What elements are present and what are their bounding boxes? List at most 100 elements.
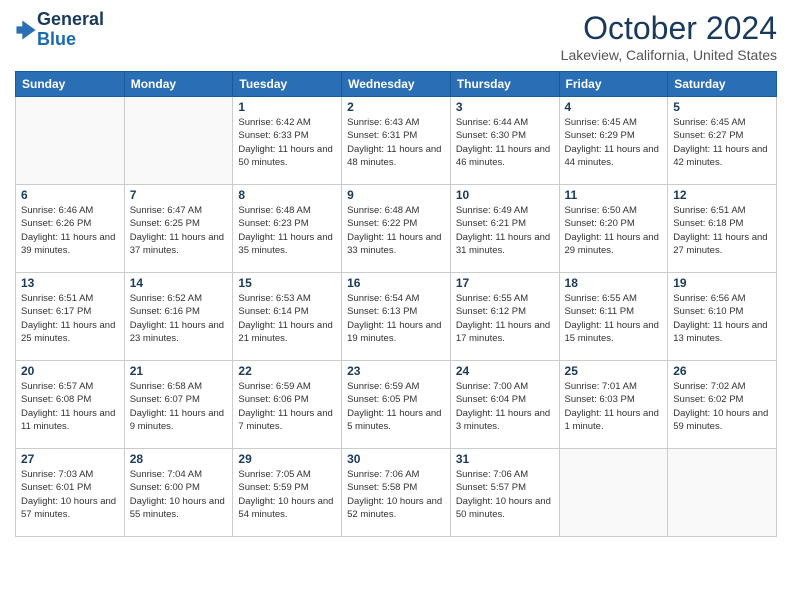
col-wednesday: Wednesday	[342, 72, 451, 97]
day-number: 8	[238, 188, 336, 202]
col-monday: Monday	[124, 72, 233, 97]
day-number: 5	[673, 100, 771, 114]
cell-w2-d0: 6 Sunrise: 6:46 AM Sunset: 6:26 PM Daylig…	[16, 185, 125, 273]
day-info: Sunrise: 6:48 AM Sunset: 6:23 PM Dayligh…	[238, 204, 336, 257]
day-number: 11	[565, 188, 663, 202]
logo: GeneralBlue	[15, 10, 104, 50]
day-number: 2	[347, 100, 445, 114]
day-info: Sunrise: 6:51 AM Sunset: 6:18 PM Dayligh…	[673, 204, 771, 257]
cell-w3-d5: 18 Sunrise: 6:55 AM Sunset: 6:11 PM Dayli…	[559, 273, 668, 361]
day-number: 3	[456, 100, 554, 114]
day-number: 21	[130, 364, 228, 378]
cell-w4-d4: 24 Sunrise: 7:00 AM Sunset: 6:04 PM Dayli…	[450, 361, 559, 449]
day-number: 20	[21, 364, 119, 378]
cell-w3-d1: 14Sunrise: 6:52 AM Sunset: 6:16 PM Dayli…	[124, 273, 233, 361]
day-info: Sunrise: 6:45 AM Sunset: 6:29 PM Dayligh…	[565, 116, 663, 169]
day-info: Sunrise: 7:06 AM Sunset: 5:58 PM Dayligh…	[347, 468, 445, 521]
day-number: 9	[347, 188, 445, 202]
day-info: Sunrise: 6:56 AM Sunset: 6:10 PM Dayligh…	[673, 292, 771, 345]
day-info: Sunrise: 6:48 AM Sunset: 6:22 PM Dayligh…	[347, 204, 445, 257]
day-number: 30	[347, 452, 445, 466]
cell-w1-d4: 3Sunrise: 6:44 AM Sunset: 6:30 PM Daylig…	[450, 97, 559, 185]
day-info: Sunrise: 7:03 AM Sunset: 6:01 PM Dayligh…	[21, 468, 119, 521]
cell-w2-d2: 8 Sunrise: 6:48 AM Sunset: 6:23 PM Daylig…	[233, 185, 342, 273]
day-info: Sunrise: 6:53 AM Sunset: 6:14 PM Dayligh…	[238, 292, 336, 345]
day-number: 27	[21, 452, 119, 466]
day-info: Sunrise: 7:00 AM Sunset: 6:04 PM Dayligh…	[456, 380, 554, 433]
cell-w5-d2: 29 Sunrise: 7:05 AM Sunset: 5:59 PM Dayli…	[233, 449, 342, 537]
day-number: 29	[238, 452, 336, 466]
day-number: 22	[238, 364, 336, 378]
week-row-4: 20 Sunrise: 6:57 AM Sunset: 6:08 PM Dayli…	[16, 361, 777, 449]
page: GeneralBlue October 2024 Lakeview, Calif…	[0, 0, 792, 612]
cell-w4-d2: 22 Sunrise: 6:59 AM Sunset: 6:06 PM Dayli…	[233, 361, 342, 449]
cell-w5-d5	[559, 449, 668, 537]
cell-w3-d6: 19Sunrise: 6:56 AM Sunset: 6:10 PM Dayli…	[668, 273, 777, 361]
cell-w1-d2: 1 Sunrise: 6:42 AM Sunset: 6:33 PM Daylig…	[233, 97, 342, 185]
day-info: Sunrise: 6:49 AM Sunset: 6:21 PM Dayligh…	[456, 204, 554, 257]
cell-w3-d0: 13 Sunrise: 6:51 AM Sunset: 6:17 PM Dayli…	[16, 273, 125, 361]
cell-w5-d4: 31Sunrise: 7:06 AM Sunset: 5:57 PM Dayli…	[450, 449, 559, 537]
day-number: 7	[130, 188, 228, 202]
day-number: 13	[21, 276, 119, 290]
day-info: Sunrise: 6:57 AM Sunset: 6:08 PM Dayligh…	[21, 380, 119, 433]
day-number: 17	[456, 276, 554, 290]
col-tuesday: Tuesday	[233, 72, 342, 97]
day-number: 24	[456, 364, 554, 378]
day-info: Sunrise: 6:42 AM Sunset: 6:33 PM Dayligh…	[238, 116, 336, 169]
col-thursday: Thursday	[450, 72, 559, 97]
cell-w1-d0	[16, 97, 125, 185]
cell-w1-d6: 5Sunrise: 6:45 AM Sunset: 6:27 PM Daylig…	[668, 97, 777, 185]
cell-w5-d1: 28Sunrise: 7:04 AM Sunset: 6:00 PM Dayli…	[124, 449, 233, 537]
week-row-2: 6 Sunrise: 6:46 AM Sunset: 6:26 PM Daylig…	[16, 185, 777, 273]
cell-w1-d5: 4Sunrise: 6:45 AM Sunset: 6:29 PM Daylig…	[559, 97, 668, 185]
day-info: Sunrise: 6:46 AM Sunset: 6:26 PM Dayligh…	[21, 204, 119, 257]
cell-w3-d3: 16Sunrise: 6:54 AM Sunset: 6:13 PM Dayli…	[342, 273, 451, 361]
cell-w4-d1: 21 Sunrise: 6:58 AM Sunset: 6:07 PM Dayli…	[124, 361, 233, 449]
day-number: 18	[565, 276, 663, 290]
cell-w5-d6	[668, 449, 777, 537]
cell-w1-d3: 2 Sunrise: 6:43 AM Sunset: 6:31 PM Daylig…	[342, 97, 451, 185]
day-number: 1	[238, 100, 336, 114]
cell-w2-d1: 7 Sunrise: 6:47 AM Sunset: 6:25 PM Daylig…	[124, 185, 233, 273]
day-number: 26	[673, 364, 771, 378]
col-sunday: Sunday	[16, 72, 125, 97]
week-row-3: 13 Sunrise: 6:51 AM Sunset: 6:17 PM Dayli…	[16, 273, 777, 361]
cell-w4-d0: 20 Sunrise: 6:57 AM Sunset: 6:08 PM Dayli…	[16, 361, 125, 449]
cell-w2-d6: 12Sunrise: 6:51 AM Sunset: 6:18 PM Dayli…	[668, 185, 777, 273]
day-info: Sunrise: 6:47 AM Sunset: 6:25 PM Dayligh…	[130, 204, 228, 257]
day-info: Sunrise: 6:51 AM Sunset: 6:17 PM Dayligh…	[21, 292, 119, 345]
day-info: Sunrise: 6:58 AM Sunset: 6:07 PM Dayligh…	[130, 380, 228, 433]
day-info: Sunrise: 6:43 AM Sunset: 6:31 PM Dayligh…	[347, 116, 445, 169]
day-number: 25	[565, 364, 663, 378]
day-number: 23	[347, 364, 445, 378]
day-info: Sunrise: 7:05 AM Sunset: 5:59 PM Dayligh…	[238, 468, 336, 521]
cell-w1-d1	[124, 97, 233, 185]
day-info: Sunrise: 6:59 AM Sunset: 6:05 PM Dayligh…	[347, 380, 445, 433]
cell-w3-d2: 15Sunrise: 6:53 AM Sunset: 6:14 PM Dayli…	[233, 273, 342, 361]
cell-w4-d3: 23 Sunrise: 6:59 AM Sunset: 6:05 PM Dayli…	[342, 361, 451, 449]
col-friday: Friday	[559, 72, 668, 97]
header: GeneralBlue October 2024 Lakeview, Calif…	[15, 10, 777, 63]
col-saturday: Saturday	[668, 72, 777, 97]
day-info: Sunrise: 7:02 AM Sunset: 6:02 PM Dayligh…	[673, 380, 771, 433]
calendar: Sunday Monday Tuesday Wednesday Thursday…	[15, 71, 777, 537]
day-info: Sunrise: 7:01 AM Sunset: 6:03 PM Dayligh…	[565, 380, 663, 433]
cell-w4-d5: 25 Sunrise: 7:01 AM Sunset: 6:03 PM Dayli…	[559, 361, 668, 449]
day-number: 6	[21, 188, 119, 202]
cell-w2-d5: 11 Sunrise: 6:50 AM Sunset: 6:20 PM Dayli…	[559, 185, 668, 273]
calendar-header-row: Sunday Monday Tuesday Wednesday Thursday…	[16, 72, 777, 97]
cell-w2-d3: 9 Sunrise: 6:48 AM Sunset: 6:22 PM Daylig…	[342, 185, 451, 273]
cell-w4-d6: 26 Sunrise: 7:02 AM Sunset: 6:02 PM Dayli…	[668, 361, 777, 449]
cell-w5-d3: 30 Sunrise: 7:06 AM Sunset: 5:58 PM Dayli…	[342, 449, 451, 537]
week-row-1: 1 Sunrise: 6:42 AM Sunset: 6:33 PM Daylig…	[16, 97, 777, 185]
day-info: Sunrise: 6:54 AM Sunset: 6:13 PM Dayligh…	[347, 292, 445, 345]
day-info: Sunrise: 6:55 AM Sunset: 6:11 PM Dayligh…	[565, 292, 663, 345]
day-number: 28	[130, 452, 228, 466]
day-info: Sunrise: 6:50 AM Sunset: 6:20 PM Dayligh…	[565, 204, 663, 257]
title-section: October 2024 Lakeview, California, Unite…	[561, 10, 777, 63]
week-row-5: 27 Sunrise: 7:03 AM Sunset: 6:01 PM Dayli…	[16, 449, 777, 537]
day-number: 14	[130, 276, 228, 290]
day-info: Sunrise: 6:59 AM Sunset: 6:06 PM Dayligh…	[238, 380, 336, 433]
location: Lakeview, California, United States	[561, 47, 777, 63]
